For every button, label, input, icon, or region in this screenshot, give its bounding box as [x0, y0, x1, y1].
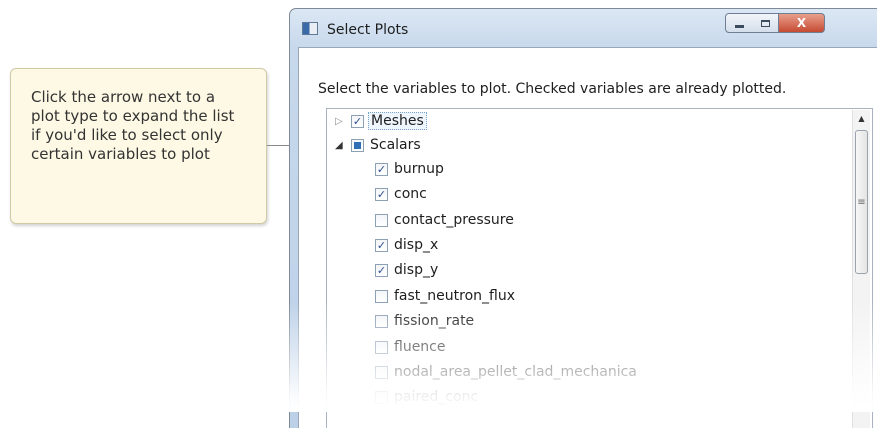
minimize-button[interactable]	[725, 13, 753, 33]
arrow-up-icon[interactable]: ▲	[853, 110, 870, 127]
tree-item-contact-pressure[interactable]: contact_pressure	[375, 208, 514, 232]
scroll-thumb[interactable]: ≡	[855, 130, 868, 274]
tree-item-label: disp_x	[394, 237, 439, 253]
tree-item-paired-conc[interactable]: paired_conc	[375, 385, 478, 409]
maximize-button[interactable]	[752, 13, 779, 33]
checkbox[interactable]	[375, 213, 388, 227]
tree-item-label: nodal_area_pellet_clad_mechanica	[394, 364, 637, 380]
collapse-triangle-down-icon[interactable]: ◢	[335, 140, 343, 151]
title-bar[interactable]: Select Plots X	[290, 9, 877, 47]
checkbox[interactable]: ✓	[375, 263, 388, 277]
checkbox[interactable]	[375, 340, 388, 354]
tree-item-label: fast_neutron_flux	[394, 288, 516, 304]
tree-group-scalars[interactable]: ◢ Scalars	[335, 133, 421, 157]
tree-item-disp-y[interactable]: ✓ disp_y	[375, 258, 438, 282]
tree-item-label: contact_pressure	[394, 212, 514, 228]
checkbox[interactable]: ✓	[375, 238, 388, 252]
tree-group-label: Scalars	[370, 137, 421, 153]
instructions-text: Select the variables to plot. Checked va…	[318, 81, 787, 97]
close-icon: X	[796, 16, 807, 30]
tree-item-conc[interactable]: ✓ conc	[375, 182, 427, 206]
checkbox[interactable]: ✓	[375, 162, 388, 176]
tree-item-fission-rate[interactable]: fission_rate	[375, 309, 474, 333]
tree-item-fast-neutron-flux[interactable]: fast_neutron_flux	[375, 284, 515, 308]
app-icon	[302, 22, 318, 35]
tree-item-fluence[interactable]: fluence	[375, 335, 446, 359]
tree-item-label: burnup	[394, 161, 444, 177]
tree-item-disp-x[interactable]: ✓ disp_x	[375, 233, 438, 257]
tree-group-label: Meshes	[368, 112, 427, 130]
tree-group-meshes[interactable]: ▷ ✓ Meshes	[335, 109, 427, 133]
checkbox[interactable]: ✓	[375, 187, 388, 201]
variables-tree: ▷ ✓ Meshes ◢ Scalars ✓ burnup ✓ conc con…	[326, 108, 873, 428]
tree-item-label: paired_conc	[394, 389, 479, 405]
grip-icon: ≡	[857, 196, 866, 208]
checkbox[interactable]	[375, 390, 388, 404]
tree-item-label: conc	[394, 186, 427, 202]
checkbox-meshes[interactable]: ✓	[351, 114, 364, 128]
tree-item-nodal-area[interactable]: nodal_area_pellet_clad_mechanica	[375, 360, 637, 384]
tooltip-callout: Click the arrow next to a plot type to e…	[10, 68, 267, 224]
checkbox[interactable]	[375, 365, 388, 379]
vertical-scrollbar[interactable]: ▲ ≡	[852, 110, 870, 428]
checkbox[interactable]	[375, 289, 388, 303]
checkbox-scalars[interactable]	[351, 138, 364, 152]
dialog-body: Select the variables to plot. Checked va…	[298, 47, 877, 428]
window-title: Select Plots	[327, 22, 409, 38]
minimize-icon	[734, 24, 744, 28]
checkbox[interactable]	[375, 314, 388, 328]
maximize-icon	[760, 19, 770, 27]
expand-triangle-right-icon[interactable]: ▷	[335, 116, 343, 127]
tree-item-burnup[interactable]: ✓ burnup	[375, 157, 444, 181]
select-plots-window: Select Plots X Select the variables to p…	[289, 8, 877, 428]
tree-item-label: fission_rate	[394, 313, 475, 329]
close-button[interactable]: X	[779, 13, 825, 33]
tree-item-label: fluence	[394, 339, 446, 355]
callout-text: Click the arrow next to a plot type to e…	[31, 88, 235, 163]
tree-item-label: disp_y	[394, 262, 439, 278]
